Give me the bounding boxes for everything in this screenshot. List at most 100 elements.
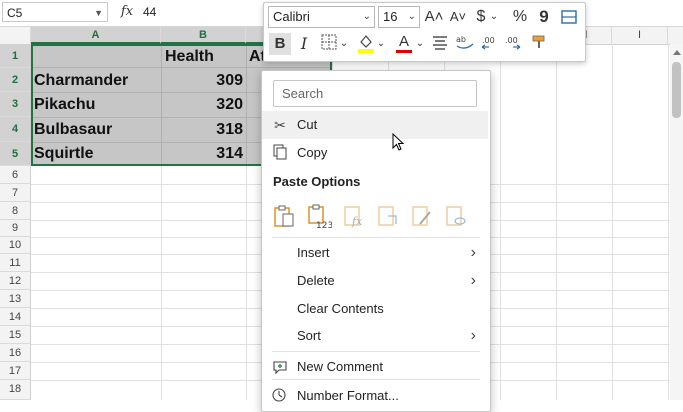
paste-values-icon[interactable]: 123 — [306, 204, 333, 231]
menu-item-insert[interactable]: Insert › — [262, 239, 488, 267]
cell-b1[interactable]: Health — [165, 45, 214, 69]
chevron-right-icon: › — [470, 327, 476, 344]
percent-button[interactable]: % — [510, 6, 530, 28]
font-name-value: Calibri — [273, 9, 310, 24]
font-size-select[interactable]: 16 ⌄ — [378, 6, 420, 28]
paste-icon[interactable] — [272, 204, 296, 228]
bold-button[interactable]: B — [269, 33, 291, 55]
paste-transpose-icon[interactable] — [376, 204, 400, 228]
row-header-12[interactable]: 12 — [0, 272, 31, 290]
row-header-3[interactable]: 3 — [0, 92, 31, 117]
decrease-decimal-icon[interactable]: .00 — [504, 33, 526, 55]
menu-item-sort[interactable]: Sort › — [262, 322, 488, 350]
column-header-i[interactable]: I — [612, 27, 668, 44]
align-center-icon[interactable] — [430, 33, 450, 55]
chevron-down-icon[interactable]: ⌄ — [376, 33, 386, 55]
font-color-icon[interactable]: A — [394, 31, 414, 53]
svg-text:.00: .00 — [482, 36, 495, 45]
font-color-swatch — [396, 50, 412, 53]
increase-font-size-button[interactable]: A˄ — [423, 6, 445, 28]
paste-formatting-icon[interactable] — [410, 204, 434, 228]
name-box[interactable]: C5 ▼ — [2, 2, 108, 22]
currency-button[interactable]: $ — [472, 6, 490, 28]
font-color-letter: A — [398, 33, 409, 50]
paste-options-heading: Paste Options — [273, 174, 361, 189]
cell-b3[interactable]: 320 — [161, 93, 243, 117]
gridline — [668, 44, 669, 400]
row-header-17[interactable]: 17 — [0, 362, 31, 380]
increase-decimal-icon[interactable]: .00 — [479, 33, 501, 55]
font-name-select[interactable]: Calibri ⌄ — [268, 6, 375, 28]
menu-item-number-format[interactable]: Number Format... — [262, 382, 488, 410]
fx-icon[interactable]: fx — [116, 2, 138, 22]
cell-b4[interactable]: 318 — [161, 118, 243, 142]
row-header-13[interactable]: 13 — [0, 290, 31, 308]
chevron-right-icon: › — [470, 244, 476, 261]
select-all-corner[interactable] — [0, 27, 31, 44]
cell-b5[interactable]: 314 — [161, 142, 243, 166]
chevron-down-icon[interactable]: ⌄ — [415, 33, 425, 55]
chevron-down-icon[interactable]: ⌄ — [339, 33, 349, 55]
cell-a4[interactable]: Bulbasaur — [34, 118, 112, 142]
cell-b2[interactable]: 309 — [161, 69, 243, 93]
comma-style-button[interactable]: 9 — [534, 6, 554, 28]
chevron-down-icon: ⌄ — [362, 11, 371, 22]
scrollbar-thumb[interactable] — [672, 62, 681, 118]
menu-item-label: Clear Contents — [297, 301, 384, 316]
scissors-icon: ✂ — [274, 117, 286, 133]
row-header-11[interactable]: 11 — [0, 254, 31, 272]
chevron-down-icon[interactable]: ▼ — [94, 3, 103, 23]
menu-item-new-comment[interactable]: New Comment — [262, 353, 488, 381]
row-header-18[interactable]: 18 — [0, 380, 31, 400]
row-header-6[interactable]: 6 — [0, 166, 31, 184]
scroll-up-arrow-icon[interactable] — [673, 50, 681, 55]
row-header-14[interactable]: 14 — [0, 308, 31, 326]
gridline — [556, 44, 557, 400]
menu-search-input[interactable]: Search — [273, 80, 477, 107]
menu-item-cut[interactable]: ✂ Cut — [262, 111, 488, 139]
number-format-icon — [271, 387, 289, 405]
row-header-15[interactable]: 15 — [0, 326, 31, 344]
row-header-16[interactable]: 16 — [0, 344, 31, 362]
row-header-8[interactable]: 8 — [0, 202, 31, 220]
menu-separator — [272, 379, 480, 380]
row-header-10[interactable]: 10 — [0, 237, 31, 254]
borders-icon[interactable] — [319, 33, 339, 55]
name-box-value: C5 — [7, 6, 23, 20]
row-header-1[interactable]: 1 — [0, 44, 31, 68]
italic-button[interactable]: I — [294, 33, 314, 55]
column-header-b[interactable]: B — [161, 27, 246, 44]
cell-a5[interactable]: Squirtle — [34, 142, 94, 166]
fill-color-icon[interactable] — [356, 33, 376, 55]
menu-item-label: Number Format... — [297, 388, 399, 403]
menu-separator — [272, 351, 480, 352]
row-header-4[interactable]: 4 — [0, 117, 31, 142]
gridline — [612, 44, 613, 400]
menu-item-clear-contents[interactable]: Clear Contents — [262, 295, 488, 323]
svg-text:ab: ab — [456, 35, 466, 44]
borders-format-icon[interactable] — [560, 8, 578, 26]
vertical-scrollbar[interactable] — [670, 44, 683, 400]
column-header-a[interactable]: A — [31, 27, 161, 44]
menu-item-label: New Comment — [297, 359, 383, 374]
decrease-font-size-button[interactable]: A˅ — [447, 6, 469, 28]
chevron-down-icon: ⌄ — [407, 11, 416, 22]
cell-a2[interactable]: Charmander — [34, 69, 128, 93]
row-header-5[interactable]: 5 — [0, 142, 31, 166]
menu-item-delete[interactable]: Delete › — [262, 267, 488, 295]
format-painter-icon[interactable] — [529, 33, 549, 55]
row-header-2[interactable]: 2 — [0, 68, 31, 92]
cell-a3[interactable]: Pikachu — [34, 93, 95, 117]
merge-center-icon[interactable]: ab — [454, 33, 476, 55]
row-header-7[interactable]: 7 — [0, 184, 31, 202]
menu-item-label: Cut — [297, 117, 318, 132]
formula-input[interactable]: 44 — [143, 2, 156, 22]
menu-item-label: Delete — [297, 273, 335, 288]
menu-item-copy[interactable]: Copy — [262, 139, 488, 167]
row-header-9[interactable]: 9 — [0, 220, 31, 237]
paste-link-icon[interactable] — [444, 204, 468, 228]
chevron-down-icon[interactable]: ⌄ — [489, 6, 499, 28]
svg-text:.00: .00 — [505, 36, 518, 45]
copy-icon — [271, 144, 289, 162]
paste-formulas-icon[interactable]: fx — [342, 204, 366, 228]
